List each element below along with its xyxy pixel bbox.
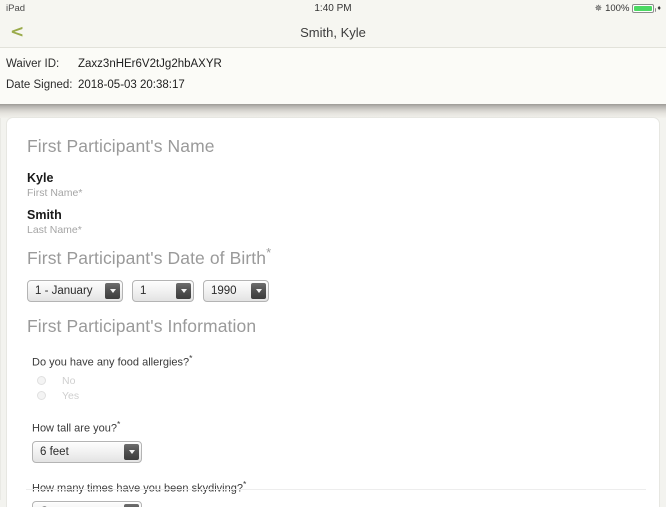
status-clock: 1:40 PM bbox=[314, 3, 352, 14]
question-text: How tall are you? bbox=[32, 423, 117, 436]
chevron-down-icon bbox=[251, 282, 266, 299]
battery-percent-label: 100% bbox=[605, 3, 630, 14]
date-signed-row: Date Signed: 2018-05-03 20:38:17 bbox=[6, 79, 666, 100]
question-height: How tall are you?* 6 feet bbox=[27, 419, 659, 464]
participant-name-block: Kyle First Name* Smith Last Name* bbox=[27, 171, 659, 238]
question-label: Do you have any food allergies?* bbox=[32, 353, 659, 369]
dob-day-value: 1 bbox=[140, 284, 147, 297]
required-marker: * bbox=[266, 245, 272, 260]
waiver-id-row: Waiver ID: Zaxz3nHEr6V2tJg2hbAXYR bbox=[6, 58, 666, 79]
skydiving-count-select[interactable]: Once bbox=[32, 500, 142, 507]
required-marker: * bbox=[242, 479, 247, 490]
section-heading-dob-text: First Participant's Date of Birth bbox=[27, 247, 267, 268]
skydiving-select-wrapper: Once bbox=[32, 500, 659, 507]
bluetooth-icon: ✵ bbox=[594, 3, 603, 13]
charging-bolt-icon: ♦ bbox=[657, 5, 661, 12]
height-select[interactable]: 6 feet bbox=[32, 441, 142, 464]
battery-full-charging-icon bbox=[632, 4, 657, 13]
waiver-meta-header: Waiver ID: Zaxz3nHEr6V2tJg2hbAXYR Date S… bbox=[0, 48, 666, 105]
section-heading-name: First Participant's Name bbox=[27, 136, 215, 156]
page-title: Smith, Kyle bbox=[300, 24, 366, 40]
form-section-divider bbox=[26, 489, 646, 490]
chevron-down-icon bbox=[176, 282, 191, 299]
radio-button-icon bbox=[37, 376, 46, 386]
radio-button-icon bbox=[37, 391, 46, 401]
first-name-label: First Name* bbox=[27, 187, 83, 199]
dob-year-value: 1990 bbox=[211, 284, 237, 297]
height-select-wrapper: 6 feet bbox=[32, 441, 659, 464]
dob-dropdown-row: 1 - January 1 1990 bbox=[27, 279, 659, 302]
last-name-value: Smith bbox=[27, 208, 62, 222]
section-heading-info: First Participant's Information bbox=[27, 315, 257, 336]
question-skydiving-count: How many times have you been skydiving?*… bbox=[27, 479, 659, 507]
dob-year-select[interactable]: 1990 bbox=[203, 279, 269, 302]
height-value: 6 feet bbox=[40, 446, 69, 459]
dob-month-select[interactable]: 1 - January bbox=[27, 279, 123, 302]
header-shadow-divider bbox=[0, 104, 666, 118]
status-right-group: ✵ 100% ♦ bbox=[595, 3, 661, 14]
required-marker: * bbox=[117, 419, 121, 430]
first-name-value: Kyle bbox=[27, 171, 54, 185]
chevron-down-icon bbox=[105, 282, 120, 299]
card-left-edge bbox=[0, 118, 1, 500]
dob-month-value: 1 - January bbox=[35, 284, 93, 297]
question-food-allergies: Do you have any food allergies?* No Yes bbox=[27, 353, 659, 404]
required-marker: * bbox=[189, 352, 193, 363]
section-heading-dob: First Participant's Date of Birth* bbox=[27, 245, 659, 269]
waiver-id-label: Waiver ID: bbox=[6, 58, 60, 70]
radio-option-no[interactable]: No bbox=[37, 373, 659, 388]
last-name-label: Last Name* bbox=[27, 224, 82, 236]
radio-label: Yes bbox=[62, 389, 80, 402]
chevron-down-icon bbox=[124, 444, 139, 461]
ios-status-bar: iPad 1:40 PM ✵ 100% ♦ bbox=[0, 0, 666, 17]
question-label: How tall are you?* bbox=[32, 419, 659, 435]
date-signed-label: Date Signed: bbox=[6, 79, 73, 91]
navigation-bar: < Smith, Kyle bbox=[0, 17, 666, 48]
date-signed-value: 2018-05-03 20:38:17 bbox=[78, 79, 185, 91]
waiver-id-value: Zaxz3nHEr6V2tJg2hbAXYR bbox=[78, 58, 222, 70]
radio-option-yes[interactable]: Yes bbox=[37, 388, 659, 403]
radio-label: No bbox=[62, 374, 76, 387]
question-label: How many times have you been skydiving?* bbox=[32, 479, 659, 495]
allergies-radio-group: No Yes bbox=[37, 373, 659, 403]
dob-day-select[interactable]: 1 bbox=[132, 279, 194, 302]
waiver-form-card: First Participant's Name Kyle First Name… bbox=[6, 117, 660, 507]
question-text: Do you have any food allergies? bbox=[32, 356, 190, 369]
